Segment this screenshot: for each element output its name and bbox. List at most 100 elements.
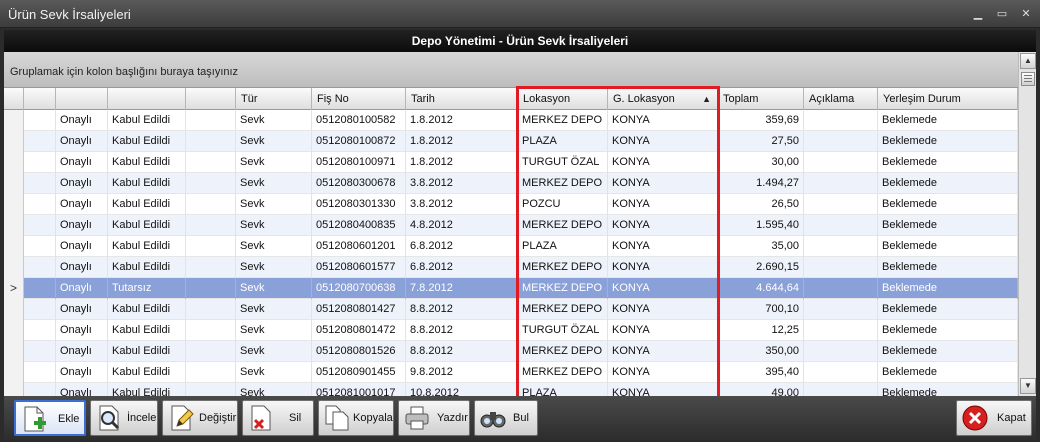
cell-lokasyon[interactable]: PLAZA (518, 236, 608, 257)
row-select-cell[interactable] (24, 194, 56, 215)
row-select-cell[interactable] (24, 278, 56, 299)
row-indicator[interactable] (4, 362, 24, 383)
cell-durum[interactable]: Onaylı (56, 257, 108, 278)
cell-g-lokasyon[interactable]: KONYA (608, 341, 718, 362)
row-select-cell[interactable] (24, 383, 56, 396)
cell-kabul[interactable]: Kabul Edildi (108, 320, 186, 341)
table-row[interactable]: Onaylı Kabul Edildi Sevk 0512080100872 1.8.2… (4, 131, 1018, 152)
cell-fis-no[interactable]: 0512080300678 (312, 173, 406, 194)
cell-toplam[interactable]: 1.595,40 (718, 215, 804, 236)
row-indicator[interactable] (4, 236, 24, 257)
cell-lokasyon[interactable]: POZCU (518, 194, 608, 215)
scroll-up-icon[interactable]: ▲ (1020, 53, 1036, 69)
cell-yerlesim[interactable]: Beklemede (878, 362, 1018, 383)
cell-yerlesim[interactable]: Beklemede (878, 278, 1018, 299)
row-indicator[interactable]: > (4, 278, 24, 299)
cell-toplam[interactable]: 395,40 (718, 362, 804, 383)
cell-tur[interactable]: Sevk (236, 173, 312, 194)
cell-durum[interactable]: Onaylı (56, 173, 108, 194)
cell-aciklama[interactable] (804, 278, 878, 299)
row-select-cell[interactable] (24, 215, 56, 236)
row-indicator[interactable] (4, 341, 24, 362)
cell-lokasyon[interactable]: MERKEZ DEPO (518, 173, 608, 194)
cell-aciklama[interactable] (804, 110, 878, 131)
cell-blank[interactable] (186, 341, 236, 362)
header-select-cell[interactable] (24, 88, 56, 110)
cell-tur[interactable]: Sevk (236, 341, 312, 362)
cell-tur[interactable]: Sevk (236, 152, 312, 173)
cell-tarih[interactable]: 10.8.2012 (406, 383, 518, 396)
table-row[interactable]: Onaylı Kabul Edildi Sevk 0512081001017 10.8.… (4, 383, 1018, 396)
cell-lokasyon[interactable]: MERKEZ DEPO (518, 299, 608, 320)
cell-tarih[interactable]: 3.8.2012 (406, 194, 518, 215)
cell-durum[interactable]: Onaylı (56, 194, 108, 215)
cell-kabul[interactable]: Kabul Edildi (108, 362, 186, 383)
cell-lokasyon[interactable]: MERKEZ DEPO (518, 278, 608, 299)
header-col-yerlesim[interactable]: Yerleşim Durum (878, 88, 1018, 110)
cell-g-lokasyon[interactable]: KONYA (608, 131, 718, 152)
cell-aciklama[interactable] (804, 257, 878, 278)
cell-aciklama[interactable] (804, 236, 878, 257)
cell-durum[interactable]: Onaylı (56, 110, 108, 131)
cell-toplam[interactable]: 49,00 (718, 383, 804, 396)
cell-lokasyon[interactable]: TURGUT ÖZAL (518, 320, 608, 341)
cell-tur[interactable]: Sevk (236, 362, 312, 383)
cell-blank[interactable] (186, 320, 236, 341)
cell-tarih[interactable]: 1.8.2012 (406, 152, 518, 173)
header-col-g-lokasyon[interactable]: G. Lokasyon ▲ (608, 88, 718, 110)
cell-durum[interactable]: Onaylı (56, 362, 108, 383)
cell-kabul[interactable]: Kabul Edildi (108, 257, 186, 278)
cell-aciklama[interactable] (804, 173, 878, 194)
cell-toplam[interactable]: 359,69 (718, 110, 804, 131)
cell-lokasyon[interactable]: MERKEZ DEPO (518, 257, 608, 278)
table-row[interactable]: Onaylı Kabul Edildi Sevk 0512080601201 6.8.2… (4, 236, 1018, 257)
cell-yerlesim[interactable]: Beklemede (878, 341, 1018, 362)
cell-toplam[interactable]: 26,50 (718, 194, 804, 215)
row-select-cell[interactable] (24, 173, 56, 194)
cell-durum[interactable]: Onaylı (56, 131, 108, 152)
cell-aciklama[interactable] (804, 362, 878, 383)
scroll-down-icon[interactable]: ▼ (1020, 378, 1036, 394)
row-indicator[interactable] (4, 152, 24, 173)
cell-fis-no[interactable]: 0512081001017 (312, 383, 406, 396)
cell-fis-no[interactable]: 0512080901455 (312, 362, 406, 383)
cell-tur[interactable]: Sevk (236, 194, 312, 215)
table-row[interactable]: Onaylı Kabul Edildi Sevk 0512080801472 8.8.2… (4, 320, 1018, 341)
cell-tarih[interactable]: 9.8.2012 (406, 362, 518, 383)
cell-tur[interactable]: Sevk (236, 215, 312, 236)
cell-blank[interactable] (186, 278, 236, 299)
cell-lokasyon[interactable]: MERKEZ DEPO (518, 341, 608, 362)
cell-kabul[interactable]: Kabul Edildi (108, 383, 186, 396)
cell-tarih[interactable]: 1.8.2012 (406, 110, 518, 131)
header-col-toplam[interactable]: Toplam (718, 88, 804, 110)
delete-button[interactable]: Sil (242, 400, 314, 436)
cell-tarih[interactable]: 3.8.2012 (406, 173, 518, 194)
cell-aciklama[interactable] (804, 299, 878, 320)
cell-tarih[interactable]: 7.8.2012 (406, 278, 518, 299)
cell-yerlesim[interactable]: Beklemede (878, 383, 1018, 396)
cell-yerlesim[interactable]: Beklemede (878, 320, 1018, 341)
cell-blank[interactable] (186, 173, 236, 194)
cell-tarih[interactable]: 6.8.2012 (406, 236, 518, 257)
table-row[interactable]: Onaylı Kabul Edildi Sevk 0512080801526 8.8.2… (4, 341, 1018, 362)
cell-durum[interactable]: Onaylı (56, 383, 108, 396)
row-indicator[interactable] (4, 383, 24, 396)
header-col-lokasyon[interactable]: Lokasyon (518, 88, 608, 110)
cell-kabul[interactable]: Kabul Edildi (108, 131, 186, 152)
cell-tarih[interactable]: 8.8.2012 (406, 299, 518, 320)
cell-tur[interactable]: Sevk (236, 257, 312, 278)
cell-yerlesim[interactable]: Beklemede (878, 110, 1018, 131)
cell-tur[interactable]: Sevk (236, 278, 312, 299)
maximize-icon[interactable]: ▭ (992, 6, 1012, 22)
cell-toplam[interactable]: 35,00 (718, 236, 804, 257)
table-row[interactable]: Onaylı Kabul Edildi Sevk 0512080400835 4.8.2… (4, 215, 1018, 236)
close-icon[interactable]: ✕ (1016, 6, 1036, 22)
copy-button[interactable]: Kopyala (318, 400, 394, 436)
cell-toplam[interactable]: 700,10 (718, 299, 804, 320)
cell-tarih[interactable]: 1.8.2012 (406, 131, 518, 152)
cell-tur[interactable]: Sevk (236, 131, 312, 152)
cell-fis-no[interactable]: 0512080100971 (312, 152, 406, 173)
cell-fis-no[interactable]: 0512080801427 (312, 299, 406, 320)
cell-lokasyon[interactable]: MERKEZ DEPO (518, 215, 608, 236)
header-col-fis-no[interactable]: Fiş No (312, 88, 406, 110)
